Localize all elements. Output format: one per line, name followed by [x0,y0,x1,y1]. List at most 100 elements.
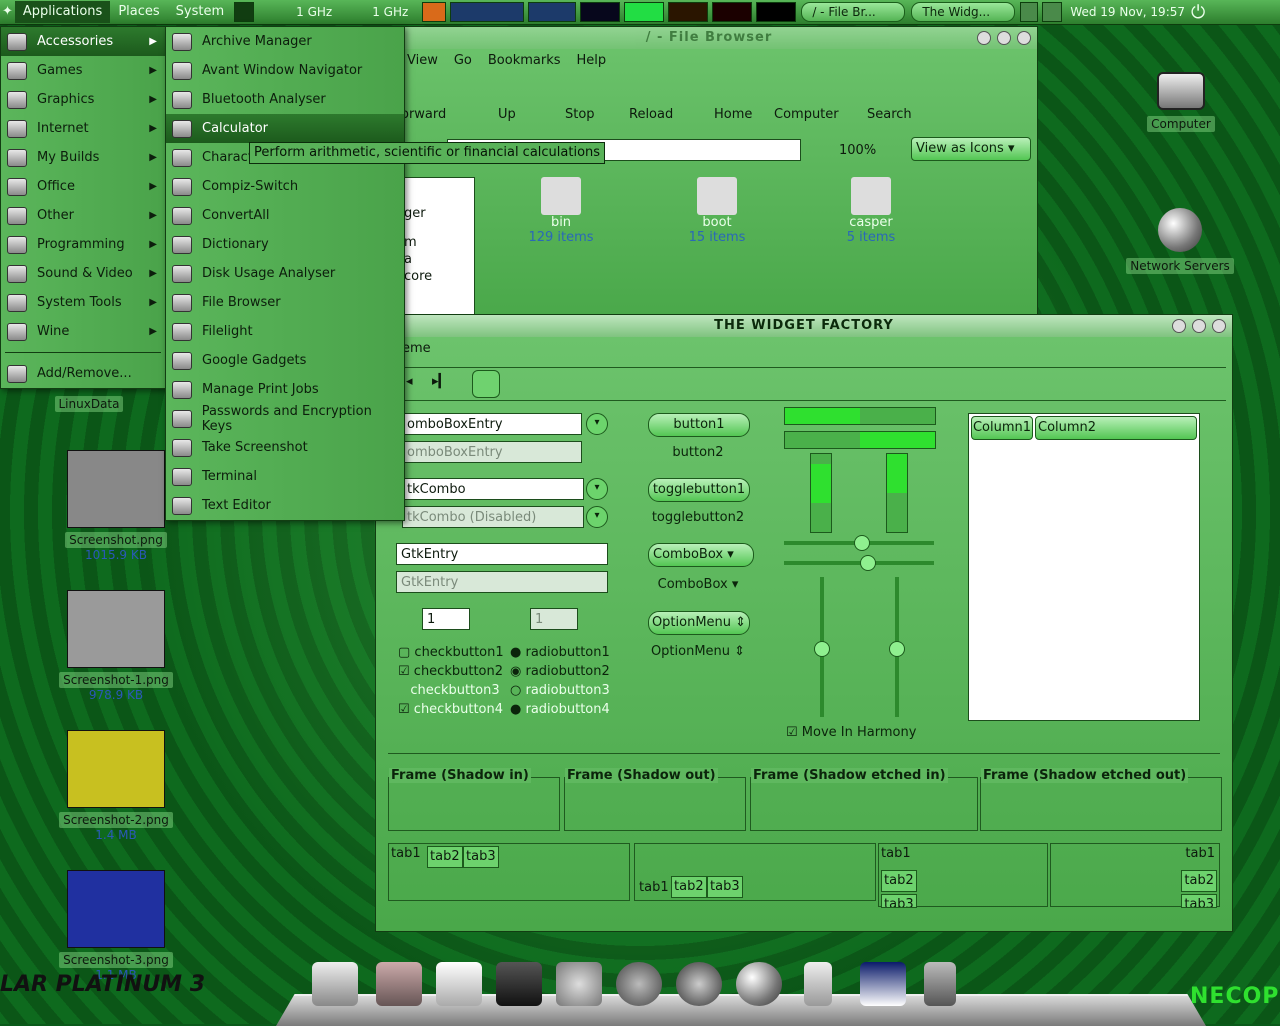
slider-knob[interactable] [854,535,870,551]
tab-3[interactable]: tab3 [463,846,499,868]
accessories-item[interactable]: Disk Usage Analyser [166,259,404,288]
side-item[interactable]: a [404,250,474,267]
apps-menu-item[interactable]: My Builds ▶ [1,143,165,172]
accessories-item[interactable]: Manage Print Jobs [166,375,404,404]
linuxdata-icon[interactable]: LinuxData [50,396,128,412]
togglebutton-1[interactable]: togglebutton1 [648,478,750,502]
apps-menu-item[interactable]: Wine ▶ [1,317,165,346]
dock-firefox-icon[interactable] [616,962,662,1006]
screenshot-file-icon[interactable]: Screenshot-3.png 1.1 MB [46,870,186,982]
up-button[interactable]: Up [498,107,516,122]
computer-icon[interactable]: Computer [1140,72,1222,132]
dock-trash-icon[interactable] [924,962,956,1006]
radiobutton-2[interactable]: ◉ radiobutton2 [510,664,610,679]
places-menu[interactable]: Places [110,1,167,23]
apps-menu-item[interactable]: Sound & Video ▶ [1,259,165,288]
hscale-1[interactable] [784,535,934,551]
dock-terminal-icon[interactable] [496,962,542,1006]
menu-go[interactable]: Go [454,53,472,68]
taskbar-widget-factory[interactable]: The Widg... [911,2,1016,22]
combo-box-entry[interactable]: omboBoxEntry [402,413,582,435]
minimize-button[interactable] [1172,319,1186,333]
apps-menu-item[interactable]: System Tools ▶ [1,288,165,317]
accessories-item[interactable]: ConvertAll [166,201,404,230]
column-1-header[interactable]: Column1 [971,416,1033,440]
network-servers-icon[interactable]: Network Servers [1120,208,1240,274]
button-2[interactable]: button2 [648,442,748,464]
accessories-item[interactable]: Take Screenshot [166,433,404,462]
vscale-2[interactable] [889,577,905,717]
window-list-icon[interactable] [450,2,525,22]
apps-menu-item[interactable]: Internet ▶ [1,114,165,143]
applications-menu[interactable]: Applications [14,1,111,23]
download-icon[interactable] [472,370,500,398]
radiobutton-3[interactable]: ○ radiobutton3 [510,683,610,698]
accessories-item[interactable]: Calculator [166,114,404,143]
optionmenu-2[interactable]: OptionMenu ⇕ [648,641,748,663]
accessories-item[interactable]: Archive Manager [166,27,404,56]
search-button[interactable]: Search [867,107,912,122]
tab-2[interactable]: tab2 [671,876,707,898]
close-button[interactable] [1017,31,1031,45]
optionmenu-1[interactable]: OptionMenu ⇕ [648,611,750,635]
apps-menu-item[interactable]: Games ▶ [1,56,165,85]
close-button[interactable] [1212,319,1226,333]
tab-2[interactable]: tab2 [881,870,917,892]
accessories-item[interactable]: Compiz-Switch [166,172,404,201]
dock-drive-icon[interactable] [312,962,358,1006]
show-desktop-icon[interactable] [234,2,255,22]
screenshot-file-icon[interactable]: Screenshot-2.png 1.4 MB [46,730,186,842]
dock-ipod-icon[interactable] [804,962,832,1006]
volume-icon[interactable] [1020,2,1039,22]
combobox-1[interactable]: ComboBox ▾ [648,543,754,567]
apps-menu-item[interactable]: Programming ▶ [1,230,165,259]
view-as-dropdown[interactable]: View as Icons ▾ [911,137,1031,161]
firefox-launcher-icon[interactable] [422,2,447,22]
hscale-2[interactable] [784,555,934,571]
clock[interactable]: Wed 19 Nov, 19:57 [1064,5,1191,19]
network-icon[interactable] [1042,2,1063,22]
togglebutton-2[interactable]: togglebutton2 [648,507,748,529]
home-button[interactable]: Home [714,107,752,122]
accessories-item[interactable]: Bluetooth Analyser [166,85,404,114]
combobox-2[interactable]: ComboBox ▾ [648,574,748,596]
apps-menu-item[interactable]: Office ▶ [1,172,165,201]
button-1[interactable]: button1 [648,413,750,437]
dock-thunderbird-icon[interactable] [676,962,722,1006]
tab-3[interactable]: tab3 [707,876,743,898]
slider-knob[interactable] [889,641,905,657]
column-2-header[interactable]: Column2 [1035,416,1197,440]
reload-button[interactable]: Reload [629,107,673,122]
menu-bookmarks[interactable]: Bookmarks [488,53,561,68]
taskbar-file-browser[interactable]: / - File Br... [801,2,906,22]
maximize-button[interactable] [1192,319,1206,333]
accessories-item[interactable]: Text Editor [166,491,404,520]
accessories-item[interactable]: File Browser [166,288,404,317]
gtk-entry[interactable]: GtkEntry [396,543,608,565]
apps-menu-item[interactable]: Accessories ▶ [1,27,165,56]
add-remove-item[interactable]: Add/Remove... [1,359,165,388]
combo-box-entry-arrow[interactable]: ▾ [586,413,608,435]
forward-button[interactable]: orward [401,107,446,122]
slider-knob[interactable] [860,555,876,571]
tab-3[interactable]: tab3 [1181,894,1217,908]
gtk-combo-arrow[interactable]: ▾ [586,478,608,500]
tab-1[interactable]: tab1 [879,844,913,864]
apps-menu-item[interactable]: Other ▶ [1,201,165,230]
screenshot-file-icon[interactable]: Screenshot-1.png 978.9 KB [46,590,186,702]
spin-button-1[interactable]: 1 [422,608,470,630]
tab-1[interactable]: tab1 [637,878,671,898]
apps-menu-item[interactable]: Graphics ▶ [1,85,165,114]
widget-factory-titlebar[interactable]: THE WIDGET FACTORY [376,315,1232,337]
minimize-button[interactable] [977,31,991,45]
dock-home-icon[interactable] [376,962,422,1006]
dock-editor-icon[interactable] [436,962,482,1006]
tab-2[interactable]: tab2 [1181,870,1217,892]
dock-shell-icon[interactable] [556,962,602,1006]
accessories-item[interactable]: Terminal [166,462,404,491]
menu-theme[interactable]: eme [402,341,431,356]
accessories-item[interactable]: Dictionary [166,230,404,259]
dock-globe-icon[interactable] [736,962,782,1006]
vscale-1[interactable] [814,577,830,717]
folder-bin[interactable]: bin 129 items [521,177,601,245]
